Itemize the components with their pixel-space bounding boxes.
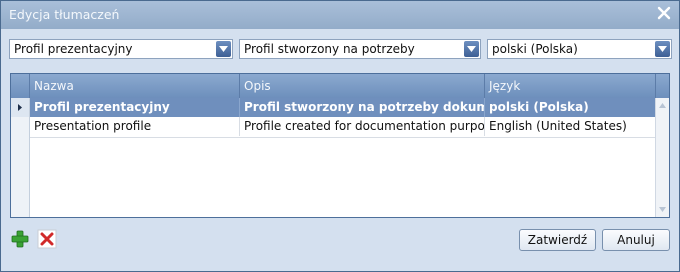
cell-description: Profile created for documentation purpos… xyxy=(240,117,485,136)
translations-grid: Nazwa Opis Język Profil prezentacyjny Pr… xyxy=(10,73,670,218)
translation-edit-dialog: Edycja tłumaczeń Profil prezentacyjny Pr… xyxy=(0,0,680,272)
cancel-button[interactable]: Anuluj xyxy=(602,229,670,251)
chevron-down-icon[interactable] xyxy=(655,41,670,57)
language-combo-value: polski (Polska) xyxy=(492,42,578,56)
column-header-name[interactable]: Nazwa xyxy=(30,74,240,98)
cell-name: Presentation profile xyxy=(30,117,240,136)
column-header-description[interactable]: Opis xyxy=(240,74,485,98)
grid-header: Nazwa Opis Język xyxy=(11,74,669,98)
delete-icon[interactable] xyxy=(37,229,57,249)
plus-icon[interactable] xyxy=(10,229,30,249)
table-row-selected[interactable]: Profil prezentacyjny Profil stworzony na… xyxy=(30,98,656,117)
column-header-language[interactable]: Język xyxy=(485,74,656,98)
table-row[interactable]: Presentation profile Profile created for… xyxy=(30,117,656,138)
cell-description: Profil stworzony na potrzeby dokumentacj… xyxy=(240,98,485,117)
window-title: Edycja tłumaczeń xyxy=(9,7,120,22)
chevron-down-icon[interactable] xyxy=(216,41,231,57)
title-bar: Edycja tłumaczeń xyxy=(1,1,679,29)
profile-name-combo[interactable]: Profil prezentacyjny xyxy=(9,39,233,59)
current-row-indicator xyxy=(11,98,29,117)
description-combo[interactable]: Profil stworzony na potrzeby xyxy=(239,39,481,59)
profile-name-combo-value: Profil prezentacyjny xyxy=(14,42,133,56)
vertical-scrollbar[interactable] xyxy=(655,98,669,217)
cell-name: Profil prezentacyjny xyxy=(30,98,240,117)
chevron-down-icon[interactable] xyxy=(464,41,479,57)
confirm-button[interactable]: Zatwierdź xyxy=(519,229,596,251)
row-indicator-column xyxy=(11,98,30,217)
language-combo[interactable]: polski (Polska) xyxy=(487,39,672,59)
cell-language: English (United States) xyxy=(489,119,627,133)
close-icon[interactable] xyxy=(656,5,672,21)
header-corner xyxy=(11,74,30,98)
description-combo-value: Profil stworzony na potrzeby xyxy=(244,42,415,56)
cell-language: polski (Polska) xyxy=(489,100,589,114)
